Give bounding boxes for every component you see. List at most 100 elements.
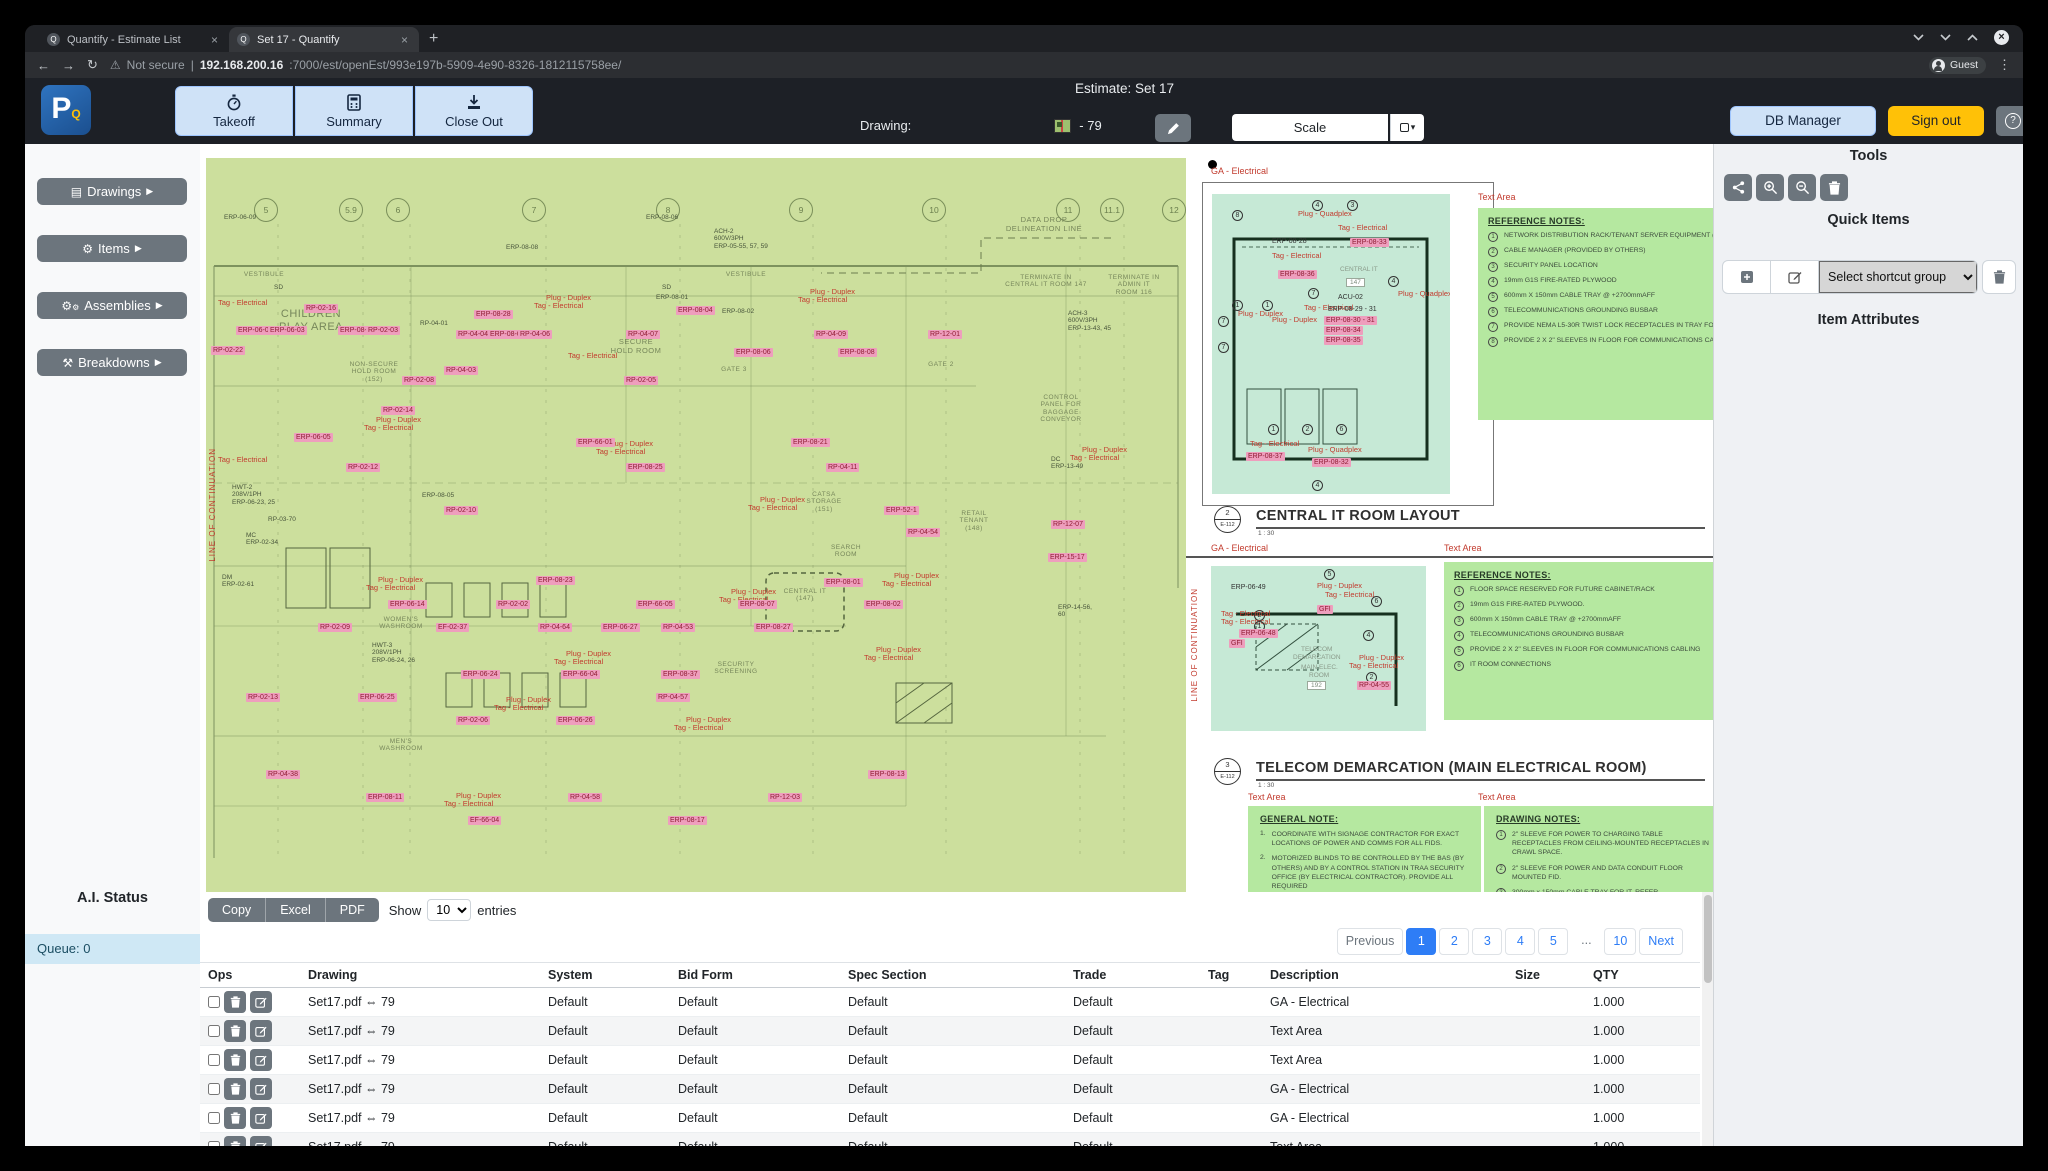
add-shortcut-button[interactable] — [1723, 261, 1771, 293]
pagination-page-2[interactable]: 2 — [1439, 928, 1469, 955]
takeoff-tag[interactable]: ERP-08-21 — [791, 438, 830, 447]
takeoff-tag[interactable]: ERP-08-33 — [1350, 238, 1389, 247]
takeoff-tag[interactable]: ERP-08-37 — [661, 670, 700, 679]
scrollbar-thumb[interactable] — [1704, 895, 1712, 983]
takeoff-tag[interactable]: RP-02-08 — [402, 376, 436, 385]
takeoff-annotation[interactable]: Tag - Electrical — [366, 584, 415, 593]
takeoff-tag[interactable]: RP-04-55 — [1357, 681, 1391, 690]
takeoff-tag[interactable]: RP-04-64 — [538, 623, 572, 632]
column-header-trade[interactable]: Trade — [1065, 963, 1200, 988]
takeoff-tag[interactable]: RP-04-06 — [518, 330, 552, 339]
row-delete-button[interactable] — [224, 1020, 246, 1042]
takeoff-tag[interactable]: ERP-08-36 — [1278, 270, 1317, 279]
takeoff-annotation[interactable]: Tag - Electrical — [1272, 252, 1321, 261]
column-header-tag[interactable]: Tag — [1200, 963, 1262, 988]
takeoff-tag[interactable]: RP-12-01 — [928, 330, 962, 339]
takeoff-tag[interactable]: RP-02-02 — [496, 600, 530, 609]
row-edit-button[interactable] — [250, 1049, 272, 1071]
zoom-out-button[interactable] — [1788, 174, 1816, 201]
row-edit-button[interactable] — [250, 1078, 272, 1100]
row-delete-button[interactable] — [224, 1136, 246, 1146]
takeoff-tag[interactable]: RP-04-54 — [906, 528, 940, 537]
scale-button[interactable]: Scale — [1232, 114, 1388, 141]
takeoff-annotation[interactable]: Tag - Electrical — [364, 424, 413, 433]
column-header-qty[interactable]: QTY — [1585, 963, 1700, 988]
profile-button[interactable]: Guest — [1929, 57, 1986, 74]
takeoff-annotation[interactable]: Tag - Electrical — [534, 302, 583, 311]
pagination-previous[interactable]: Previous — [1337, 928, 1404, 955]
takeoff-tag[interactable]: ERP-06-26 — [556, 716, 595, 725]
takeoff-tag[interactable]: RP-04-58 — [568, 793, 602, 802]
takeoff-annotation[interactable]: Tag - Electrical — [864, 654, 913, 663]
takeoff-tag[interactable]: RP-04-38 — [266, 770, 300, 779]
takeoff-tag[interactable]: ERP-08-17 — [668, 816, 707, 825]
column-header-ops[interactable]: Ops — [200, 963, 300, 988]
takeoff-tag[interactable]: ERP-08-30 - 31 — [1324, 316, 1377, 325]
takeoff-annotation[interactable]: Plug - Quadplex — [1308, 446, 1362, 455]
takeoff-tag[interactable]: RP-04-09 — [814, 330, 848, 339]
row-checkbox[interactable] — [208, 996, 220, 1008]
table-row[interactable]: Set17.pdf ⇔ 79DefaultDefaultDefaultDefau… — [200, 1104, 1700, 1133]
row-edit-button[interactable] — [250, 991, 272, 1013]
table-row[interactable]: Set17.pdf ⇔ 79DefaultDefaultDefaultDefau… — [200, 988, 1700, 1017]
takeoff-tag[interactable]: ERP-08-32 — [1312, 458, 1351, 467]
forward-icon[interactable]: → — [62, 58, 75, 73]
takeoff-annotation[interactable]: Tag - Electrical — [568, 352, 617, 361]
takeoff-tag[interactable]: RP-04-04 — [456, 330, 490, 339]
takeoff-tag[interactable]: RP-02-03 — [366, 326, 400, 335]
takeoff-annotation[interactable]: Tag - Electrical — [1250, 440, 1299, 449]
back-icon[interactable]: ← — [37, 58, 50, 73]
takeoff-tag[interactable]: RP-02-13 — [246, 693, 280, 702]
takeoff-tag[interactable]: RP-02-09 — [318, 623, 352, 632]
takeoff-tag[interactable]: ERP-66-04 — [561, 670, 600, 679]
takeoff-label-text-area[interactable]: Text Area — [1248, 792, 1286, 802]
takeoff-tag[interactable]: ERP-06-05 — [294, 433, 333, 442]
takeoff-annotation[interactable]: Tag - Electrical — [494, 704, 543, 713]
row-edit-button[interactable] — [250, 1107, 272, 1129]
takeoff-button[interactable]: Takeoff — [175, 86, 293, 136]
takeoff-tag[interactable]: RP-02-16 — [304, 304, 338, 313]
takeoff-annotation[interactable]: Tag - Electrical — [596, 448, 645, 457]
column-header-drawing[interactable]: Drawing — [300, 963, 540, 988]
takeoff-tag[interactable]: ERP-06-24 — [461, 670, 500, 679]
takeoff-tag[interactable]: ERP-08-07 — [738, 600, 777, 609]
row-checkbox[interactable] — [208, 1112, 220, 1124]
pagination-page-3[interactable]: 3 — [1472, 928, 1502, 955]
takeoff-tag[interactable]: ERP-08-02 — [864, 600, 903, 609]
table-scrollbar[interactable] — [1702, 892, 1713, 1146]
table-row[interactable]: Set17.pdf ⇔ 79DefaultDefaultDefaultDefau… — [200, 1017, 1700, 1046]
sidebar-item-items[interactable]: ⚙ Items ▶ — [37, 235, 187, 262]
takeoff-tag[interactable]: ERP-66-05 — [636, 600, 675, 609]
takeoff-annotation[interactable]: Tag - Electrical — [1070, 454, 1119, 463]
takeoff-tag[interactable]: RP-02-10 — [444, 506, 478, 515]
close-out-button[interactable]: Close Out — [415, 86, 533, 136]
takeoff-annotation[interactable]: Tag - Electrical — [882, 580, 931, 589]
takeoff-tag[interactable]: ERP-08-25 — [626, 463, 665, 472]
maximize-icon[interactable] — [1967, 34, 1978, 41]
row-checkbox[interactable] — [208, 1025, 220, 1037]
takeoff-tag[interactable]: ERP-08-34 — [1324, 326, 1363, 335]
fit-view-button[interactable] — [1724, 174, 1752, 201]
new-tab-button[interactable]: + — [429, 30, 438, 48]
tab-close-icon[interactable]: × — [398, 33, 411, 47]
row-delete-button[interactable] — [224, 1107, 246, 1129]
takeoff-label-text-area[interactable]: Text Area — [1444, 543, 1482, 553]
takeoff-annotation[interactable]: Tag - Electrical — [218, 299, 267, 308]
takeoff-tag[interactable]: ERP-08-01 — [824, 578, 863, 587]
takeoff-tag[interactable]: ERP-08-27 — [754, 623, 793, 632]
db-manager-button[interactable]: DB Manager — [1730, 106, 1876, 136]
takeoff-annotation[interactable]: Plug - Quadplex — [1398, 290, 1450, 299]
pdf-export-button[interactable]: PDF — [326, 898, 379, 922]
floor-plan[interactable]: 55.96789101111.112CHILDREN PLAY AREASECU… — [206, 158, 1186, 892]
takeoff-tag[interactable]: GFI — [1229, 639, 1245, 648]
takeoff-tag[interactable]: ERP-08-13 — [868, 770, 907, 779]
telecom-demarcation-plan[interactable]: 5ERP-06-49Plug - DuplexTag - ElectricalG… — [1211, 566, 1426, 731]
takeoff-tag[interactable]: ERP-08-23 — [536, 576, 575, 585]
takeoff-tag[interactable]: ERP-08-35 — [1324, 336, 1363, 345]
takeoff-tag[interactable]: EF-02-37 — [436, 623, 469, 632]
table-row[interactable]: Set17.pdf ⇔ 79DefaultDefaultDefaultDefau… — [200, 1046, 1700, 1075]
takeoff-annotation[interactable]: Tag - Electrical — [1349, 662, 1398, 671]
sidebar-item-breakdowns[interactable]: ⚒ Breakdowns ▶ — [37, 349, 187, 376]
takeoff-tag[interactable]: ERP-08-37 — [1246, 452, 1285, 461]
row-delete-button[interactable] — [224, 1078, 246, 1100]
